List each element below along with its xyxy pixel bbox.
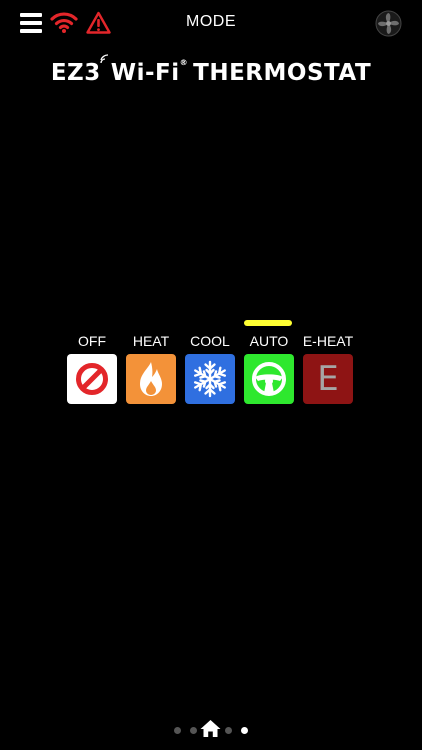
top-bar: MODE (0, 0, 422, 46)
mode-eheat-tile[interactable]: E (303, 354, 353, 404)
mode-eheat-label: E-HEAT (302, 333, 354, 349)
page-dot-4[interactable] (225, 727, 232, 734)
e-letter-icon: E (317, 359, 339, 399)
home-icon[interactable] (200, 719, 221, 738)
page-indicator (0, 718, 422, 742)
fan-icon[interactable] (375, 10, 402, 37)
page-dot-1[interactable] (174, 727, 181, 734)
prohibited-icon (76, 363, 108, 395)
steering-wheel-icon (252, 362, 286, 396)
mode-off-tile[interactable] (67, 354, 117, 404)
mode-auto-tile[interactable] (244, 354, 294, 404)
mode-cool-tile[interactable] (185, 354, 235, 404)
mode-off-indicator (67, 320, 115, 326)
mode-heat-indicator (126, 320, 174, 326)
page-dot-5[interactable] (241, 727, 248, 734)
mode-eheat-indicator (303, 320, 351, 326)
mode-auto-indicator (244, 320, 292, 326)
signal-arcs-icon (100, 54, 108, 64)
mode-cool-indicator (185, 320, 233, 326)
mode-selector: OFF HEAT COOL AUTO E-HEAT E (62, 320, 362, 410)
brand-wifi: Wi-Fi (110, 60, 180, 86)
flame-icon (140, 362, 162, 396)
mode-eheat-button[interactable]: E-HEAT E (298, 320, 358, 406)
brand-prefix: EZ3 (50, 60, 101, 86)
brand-logo: EZ3 Wi-Fi® THERMOSTAT (0, 54, 422, 86)
brand-product: THERMOSTAT (193, 60, 372, 86)
page-title: MODE (186, 13, 236, 30)
mode-heat-tile[interactable] (126, 354, 176, 404)
page-dot-2[interactable] (190, 727, 197, 734)
snowflake-icon (191, 360, 229, 398)
registered-mark: ® (179, 58, 189, 67)
